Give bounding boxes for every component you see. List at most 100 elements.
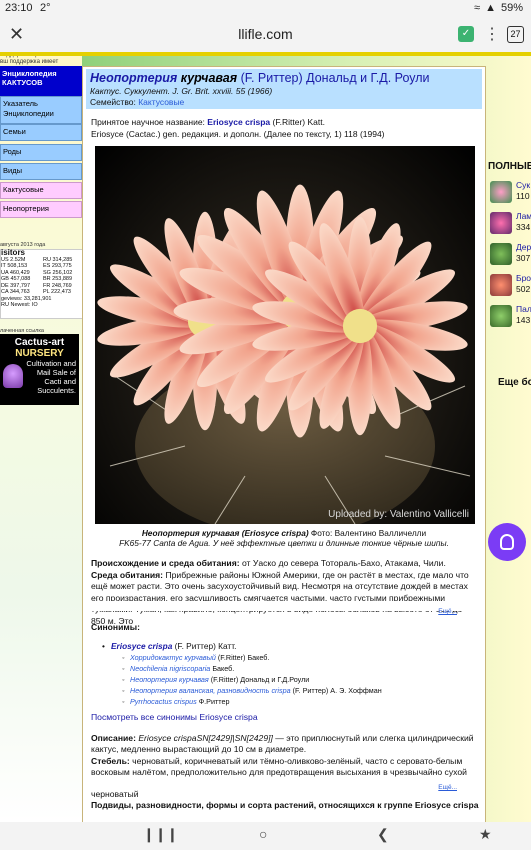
- origin-label: Происхождение и среда обитания:: [91, 558, 240, 568]
- category-count: 143: [516, 315, 531, 325]
- assistant-icon: [500, 534, 514, 550]
- origin-paragraph: Происхождение и среда обитания: от Уаско…: [91, 558, 479, 627]
- nav-species[interactable]: Виды: [0, 163, 82, 180]
- cactus-photo[interactable]: Uploaded by: Valentino Vallicelli: [95, 146, 475, 524]
- right-sidebar: ПОЛНЫЕ Сук 110 Лам 334 Дер 307 Бро 502 П…: [484, 66, 531, 822]
- sub-synonym-link[interactable]: Неопортерия курчавая: [130, 675, 209, 684]
- bromeliad-icon: [490, 274, 512, 296]
- accepted-name-line: Принятое научное название: Eriosyce cris…: [91, 117, 325, 127]
- article-header: Неопортерия курчавая (F. Риттер) Дональд…: [86, 69, 482, 109]
- accepted-reference: Eriosyce (Cactac.) gen. редакция. и допо…: [91, 129, 385, 139]
- voice-assistant-button[interactable]: [488, 523, 526, 561]
- home-icon[interactable]: ○: [259, 826, 267, 842]
- description-name: Eriosyce crispaSN[2429]|SN[2429]]: [138, 733, 273, 743]
- category-item[interactable]: Сук 110: [490, 179, 531, 207]
- more-categories-link[interactable]: Еще бо: [498, 377, 531, 388]
- nav-cactaceae[interactable]: Кактусовые: [0, 182, 82, 199]
- encyclopedia-banner[interactable]: Энциклопедия КАКТУСОВ: [0, 66, 82, 96]
- signal-icon: ▲: [485, 2, 496, 14]
- more-vert-icon[interactable]: ⋮: [484, 24, 500, 44]
- sub-synonym: ◦ Pyrrhocactus crispus Ф.Риттер: [122, 697, 230, 706]
- url-field[interactable]: llifle.com: [0, 26, 531, 42]
- category-name: Бро: [516, 273, 531, 283]
- top-strip: [0, 52, 531, 56]
- accepted-name-link[interactable]: Eriosyce crispa: [207, 117, 270, 127]
- sub-synonym-author: (F.Ritter) Бакеб.: [217, 653, 270, 662]
- sub-synonym: ◦ Неопортерия курчавая (F.Ritter) Дональ…: [122, 675, 310, 684]
- family-link[interactable]: Кактусовые: [138, 97, 184, 107]
- nav-index[interactable]: Указатель Энциклопедии: [0, 96, 82, 124]
- sub-synonym-link[interactable]: Хорридокактус курчавый: [130, 653, 216, 662]
- synonyms-heading: Синонимы:: [91, 622, 140, 632]
- category-item[interactable]: Бро 502: [490, 272, 531, 300]
- nav-families[interactable]: Семьи: [0, 124, 82, 141]
- accessibility-icon[interactable]: ★: [479, 826, 492, 843]
- accepted-label: Принятое научное название:: [91, 117, 205, 127]
- category-item[interactable]: Дер 307: [490, 241, 531, 269]
- recent-apps-icon[interactable]: ❙❙❙: [143, 826, 178, 843]
- tree-icon: [490, 243, 512, 265]
- stem-label: Стебель:: [91, 755, 130, 766]
- palm-icon: [490, 305, 512, 327]
- succulent-icon: [490, 181, 512, 203]
- status-bar: 23:10 2° ≈ ▲ 59%: [0, 0, 531, 18]
- more-link-description[interactable]: Ещё...: [438, 784, 457, 791]
- description-label: Описание:: [91, 733, 136, 743]
- synonym-main-link[interactable]: Eriosyce crispa: [111, 641, 172, 651]
- nursery-ad[interactable]: Cactus-art NURSERY Cultivation and Mail …: [0, 334, 79, 405]
- cactus-icon: [3, 364, 23, 388]
- ad-line1: Cactus-art: [14, 337, 65, 348]
- sub-synonym-author: (F.Ritter) Дональд и Г.Д.Роули: [210, 675, 310, 684]
- bullet-icon: •: [102, 641, 105, 651]
- status-temp: 2°: [40, 2, 51, 14]
- category-name: Сук: [516, 180, 531, 190]
- caption-photographer: Фото: Валентино Валличелли: [310, 528, 427, 538]
- title-genus: Неопортерия: [90, 71, 178, 85]
- category-count: 307: [516, 253, 531, 263]
- nav-neoporteria[interactable]: Неопортерия: [0, 201, 82, 218]
- complete-title: ПОЛНЫЕ: [488, 161, 531, 172]
- flags-line: RU Newest: IO: [1, 302, 38, 308]
- category-name: Дер: [516, 242, 531, 252]
- category-item[interactable]: Пал 143: [490, 303, 531, 331]
- category-name: Лам: [516, 211, 531, 221]
- extension-icon[interactable]: ✓: [458, 26, 474, 42]
- status-icons: ≈ ▲ 59%: [474, 2, 523, 14]
- sub-synonym-link[interactable]: Neochilenia nigriscoparia: [130, 664, 210, 673]
- cactus-flower-image: [97, 184, 471, 524]
- sub-synonym-link[interactable]: Pyrrhocactus crispus: [130, 697, 197, 706]
- caption-name: Неопортерия курчавая (Eriosyce crispa): [141, 528, 309, 538]
- photo-caption: Неопортерия курчавая (Eriosyce crispa) Ф…: [83, 528, 485, 538]
- bullet-icon: ◦: [122, 686, 125, 695]
- synonym-main-author: (F. Риттер) Катт.: [174, 641, 237, 651]
- browser-toolbar: ✕ llifle.com ✓ ⋮ 27: [0, 18, 531, 52]
- sub-synonym-author: (F. Риттер) А. Э. Хоффман: [292, 686, 382, 695]
- origin-text: от Уаско до севера Тотораль-Бахо, Атакам…: [241, 558, 446, 568]
- category-item[interactable]: Лам 334: [490, 210, 531, 238]
- sub-synonym-author: Бакеб.: [212, 664, 235, 673]
- bullet-icon: ◦: [122, 675, 125, 684]
- bullet-icon: ◦: [122, 653, 125, 662]
- text-fade: [83, 601, 485, 611]
- sub-synonym-author: Ф.Риттер: [198, 697, 230, 706]
- more-link-habitat[interactable]: Ещё...: [438, 608, 457, 615]
- nav-genera[interactable]: Роды: [0, 144, 82, 161]
- category-count: 110: [516, 191, 530, 201]
- title-species: курчавая: [180, 71, 238, 85]
- text-fade: [83, 778, 485, 789]
- wifi-icon: ≈: [474, 2, 481, 14]
- web-page: поддержка проекта Сеть ЕС вш поддержка и…: [0, 52, 531, 822]
- all-synonyms-link[interactable]: Посмотреть все синонимы Eriosyce crispa: [91, 712, 258, 722]
- sub-synonym: ◦ Неопортерия валанская, разновидность c…: [122, 686, 382, 695]
- category-count: 334: [516, 222, 531, 232]
- back-icon[interactable]: ❮: [377, 826, 389, 843]
- bullet-icon: ◦: [122, 697, 125, 706]
- battery-level: 59%: [500, 2, 523, 14]
- sub-synonym: ◦ Хорридокактус курчавый (F.Ritter) Баке…: [122, 653, 270, 662]
- article-card: Неопортерия курчавая (F. Риттер) Дональд…: [82, 66, 486, 822]
- accepted-author: (F.Ritter) Katt.: [272, 117, 325, 127]
- ad-line2: NURSERY: [15, 348, 64, 359]
- sub-synonym-link[interactable]: Неопортерия валанская, разновидность cri…: [130, 686, 291, 695]
- page-subtitle: Кактус. Суккулент. J. Gr. Brit. xxviii. …: [90, 86, 273, 96]
- tab-count-button[interactable]: 27: [507, 26, 524, 43]
